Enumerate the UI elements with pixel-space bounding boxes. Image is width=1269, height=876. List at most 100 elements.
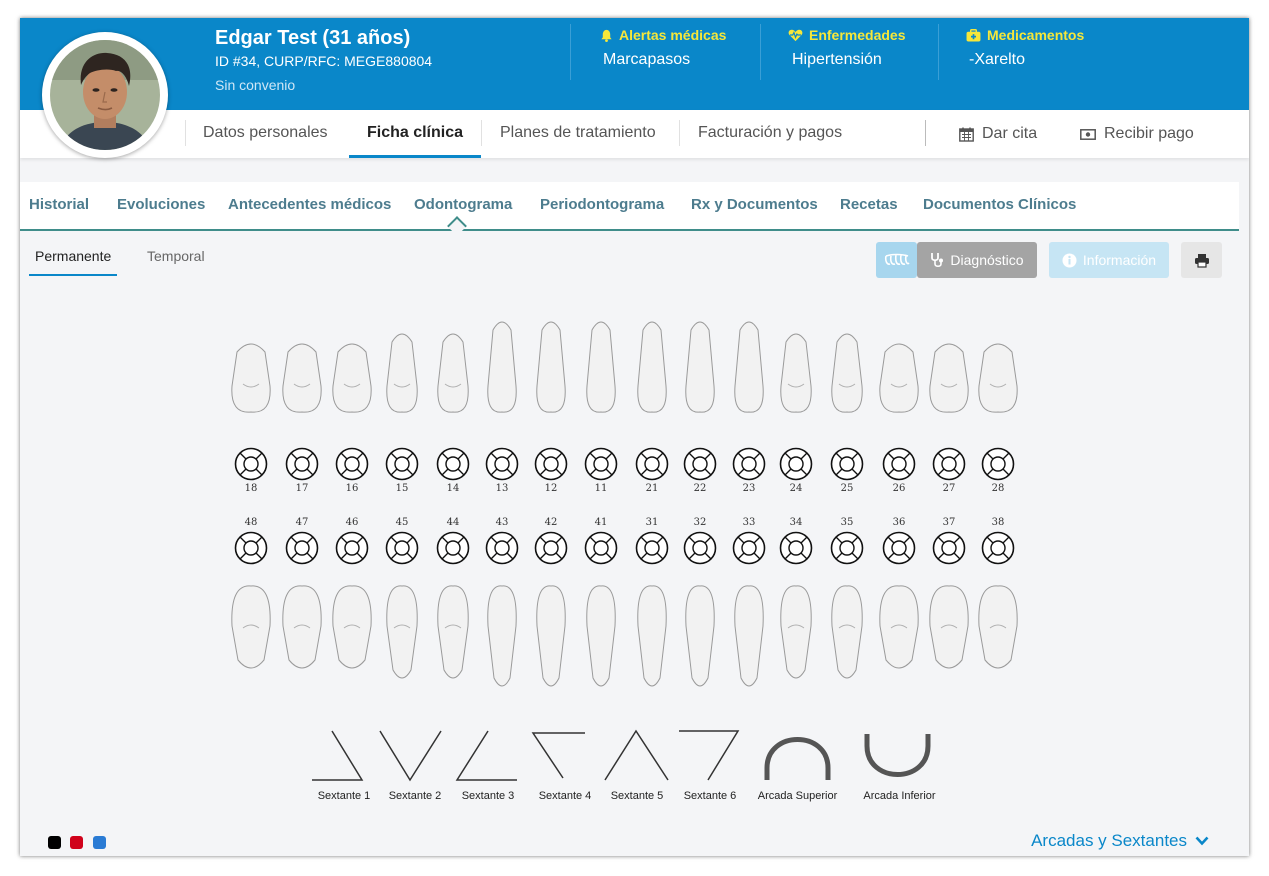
color-black-swatch[interactable] xyxy=(48,836,61,849)
sextant-2-shape[interactable] xyxy=(379,730,442,782)
tooth-44[interactable] xyxy=(437,585,469,679)
surface-diagram-23[interactable] xyxy=(732,447,766,481)
tooth-12[interactable] xyxy=(536,321,566,413)
tooth-22[interactable] xyxy=(685,321,715,413)
tooth-23[interactable] xyxy=(734,321,764,413)
surface-diagram-31[interactable] xyxy=(635,531,669,565)
tooth-35[interactable] xyxy=(831,585,863,679)
surface-diagram-14[interactable] xyxy=(436,447,470,481)
surface-diagram-43[interactable] xyxy=(485,531,519,565)
sextant-3-shape[interactable] xyxy=(455,730,517,781)
surface-diagram-45[interactable] xyxy=(385,531,419,565)
arcada-inferior-shape[interactable] xyxy=(864,734,931,777)
sextante-1-label[interactable]: Sextante 1 xyxy=(310,790,378,802)
surface-diagram-41[interactable] xyxy=(584,531,618,565)
sextant-1-shape[interactable] xyxy=(312,730,364,781)
tooth-15[interactable] xyxy=(386,333,418,413)
surface-diagram-26[interactable] xyxy=(882,447,916,481)
tooth-number-14: 14 xyxy=(446,483,460,494)
tooth-number-24: 24 xyxy=(789,483,803,494)
surface-diagram-18[interactable] xyxy=(234,447,268,481)
arcadas-sextantes-toggle[interactable]: Arcadas y Sextantes xyxy=(1031,831,1209,851)
sextante-5-label[interactable]: Sextante 5 xyxy=(602,790,672,802)
surface-diagram-33[interactable] xyxy=(732,531,766,565)
surface-diagram-22[interactable] xyxy=(683,447,717,481)
surface-diagram-28[interactable] xyxy=(981,447,1015,481)
tooth-number-44: 44 xyxy=(446,517,460,528)
upper-teeth-row xyxy=(231,321,1018,413)
tooth-number-31: 31 xyxy=(645,517,659,528)
surface-diagram-24[interactable] xyxy=(779,447,813,481)
arcada-superior-shape[interactable] xyxy=(764,737,831,781)
surface-diagram-17[interactable] xyxy=(285,447,319,481)
tooth-38[interactable] xyxy=(978,585,1018,669)
tooth-47[interactable] xyxy=(282,585,322,669)
sextante-4-label[interactable]: Sextante 4 xyxy=(530,790,600,802)
surface-diagram-12[interactable] xyxy=(534,447,568,481)
surface-diagram-46[interactable] xyxy=(335,531,369,565)
surface-diagram-11[interactable] xyxy=(584,447,618,481)
sextant-6-shape[interactable] xyxy=(679,730,740,781)
tooth-34[interactable] xyxy=(780,585,812,679)
surface-diagram-36[interactable] xyxy=(882,531,916,565)
tooth-number-41: 41 xyxy=(594,517,608,528)
tooth-number-33: 33 xyxy=(742,517,756,528)
tooth-25[interactable] xyxy=(831,333,863,413)
surface-diagram-38[interactable] xyxy=(981,531,1015,565)
sextant-4-shape[interactable] xyxy=(531,732,585,779)
sextante-2-label[interactable]: Sextante 2 xyxy=(380,790,450,802)
tooth-17[interactable] xyxy=(282,343,322,413)
tooth-number-27: 27 xyxy=(942,483,956,494)
tooth-37[interactable] xyxy=(929,585,969,669)
surface-diagram-15[interactable] xyxy=(385,447,419,481)
tooth-number-26: 26 xyxy=(892,483,906,494)
avatar[interactable] xyxy=(42,32,168,158)
tooth-31[interactable] xyxy=(637,585,667,687)
surface-diagram-35[interactable] xyxy=(830,531,864,565)
tooth-18[interactable] xyxy=(231,343,271,413)
tooth-42[interactable] xyxy=(536,585,566,687)
tooth-14[interactable] xyxy=(437,333,469,413)
surface-diagram-37[interactable] xyxy=(932,531,966,565)
surface-diagram-34[interactable] xyxy=(779,531,813,565)
surface-diagram-42[interactable] xyxy=(534,531,568,565)
tooth-number-35: 35 xyxy=(840,517,854,528)
tooth-48[interactable] xyxy=(231,585,271,669)
surface-diagram-25[interactable] xyxy=(830,447,864,481)
tooth-36[interactable] xyxy=(879,585,919,669)
tooth-43[interactable] xyxy=(487,585,517,687)
tooth-number-17: 17 xyxy=(295,483,309,494)
surface-diagram-16[interactable] xyxy=(335,447,369,481)
tooth-32[interactable] xyxy=(685,585,715,687)
surface-diagram-48[interactable] xyxy=(234,531,268,565)
tooth-number-11: 11 xyxy=(594,483,608,494)
tooth-27[interactable] xyxy=(929,343,969,413)
tooth-16[interactable] xyxy=(332,343,372,413)
sextant-5-shape[interactable] xyxy=(604,729,669,781)
tooth-46[interactable] xyxy=(332,585,372,669)
surface-diagram-47[interactable] xyxy=(285,531,319,565)
surface-diagram-32[interactable] xyxy=(683,531,717,565)
tooth-28[interactable] xyxy=(978,343,1018,413)
color-red-swatch[interactable] xyxy=(70,836,83,849)
sextant-shapes xyxy=(312,729,931,782)
surface-diagram-44[interactable] xyxy=(436,531,470,565)
sextante-6-label[interactable]: Sextante 6 xyxy=(675,790,745,802)
color-blue-swatch[interactable] xyxy=(93,836,106,849)
tooth-45[interactable] xyxy=(386,585,418,679)
tooth-13[interactable] xyxy=(487,321,517,413)
tooth-24[interactable] xyxy=(780,333,812,413)
surface-diagram-13[interactable] xyxy=(485,447,519,481)
tooth-33[interactable] xyxy=(734,585,764,687)
surface-diagram-21[interactable] xyxy=(635,447,669,481)
tooth-21[interactable] xyxy=(637,321,667,413)
sextante-3-label[interactable]: Sextante 3 xyxy=(453,790,523,802)
tooth-41[interactable] xyxy=(586,585,616,687)
tooth-26[interactable] xyxy=(879,343,919,413)
surface-diagram-27[interactable] xyxy=(932,447,966,481)
arcada-superior-label[interactable]: Arcada Superior xyxy=(750,790,845,802)
tooth-11[interactable] xyxy=(586,321,616,413)
tooth-number-15: 15 xyxy=(395,483,409,494)
arcada-inferior-label[interactable]: Arcada Inferior xyxy=(852,790,947,802)
tooth-number-13: 13 xyxy=(495,483,509,494)
